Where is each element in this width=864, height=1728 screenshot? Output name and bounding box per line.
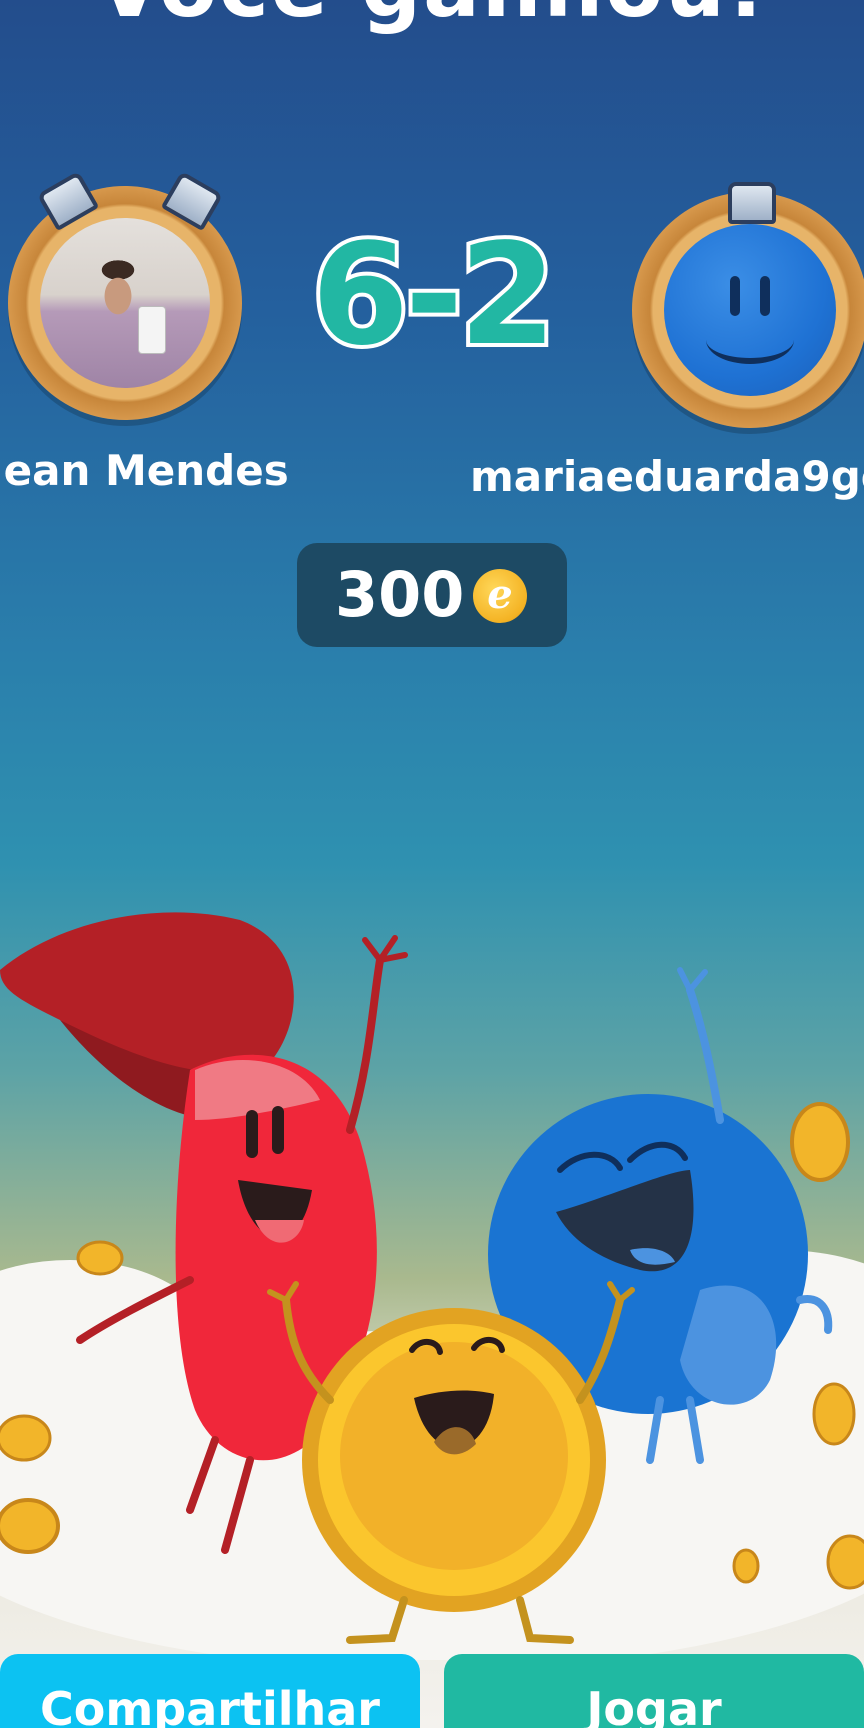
avatar-clip-icon — [160, 170, 224, 232]
avatar-eye — [760, 276, 770, 316]
coin-icon — [826, 1534, 864, 1590]
coin-icon — [76, 1240, 124, 1276]
coin-icon: e — [473, 569, 527, 623]
coins-reward-badge: 300 e — [297, 543, 567, 647]
avatar-mouth — [706, 316, 794, 364]
avatar-clip-icon — [728, 182, 776, 224]
default-smiley-avatar-icon — [664, 224, 836, 396]
player-right-name: mariaeduarda9gon — [470, 452, 864, 501]
game-result-screen: Você ganhou! 6-2 Jean Mendes mariaeduard… — [0, 0, 864, 1728]
player-left-name: Jean Mendes — [0, 446, 289, 495]
coin-icon — [0, 1498, 60, 1554]
avatar-clip-icon — [36, 170, 100, 232]
coins-reward-value: 300 — [335, 558, 465, 631]
match-score: 6-2 — [308, 212, 561, 380]
coin-icon — [0, 1414, 52, 1462]
player-left-photo — [40, 218, 210, 388]
phone-in-photo — [138, 306, 166, 354]
player-right-avatar[interactable] — [632, 182, 864, 428]
share-button[interactable]: Compartilhar — [0, 1654, 420, 1728]
coin-icon — [790, 1102, 850, 1182]
coin-icon — [812, 1382, 856, 1446]
avatar-eye — [730, 276, 740, 316]
result-title: Você ganhou! — [0, 0, 864, 36]
coin-icon — [732, 1548, 760, 1584]
celebration-illustration — [0, 912, 864, 1660]
play-button[interactable]: Jogar — [444, 1654, 864, 1728]
player-left-avatar[interactable] — [8, 170, 242, 420]
